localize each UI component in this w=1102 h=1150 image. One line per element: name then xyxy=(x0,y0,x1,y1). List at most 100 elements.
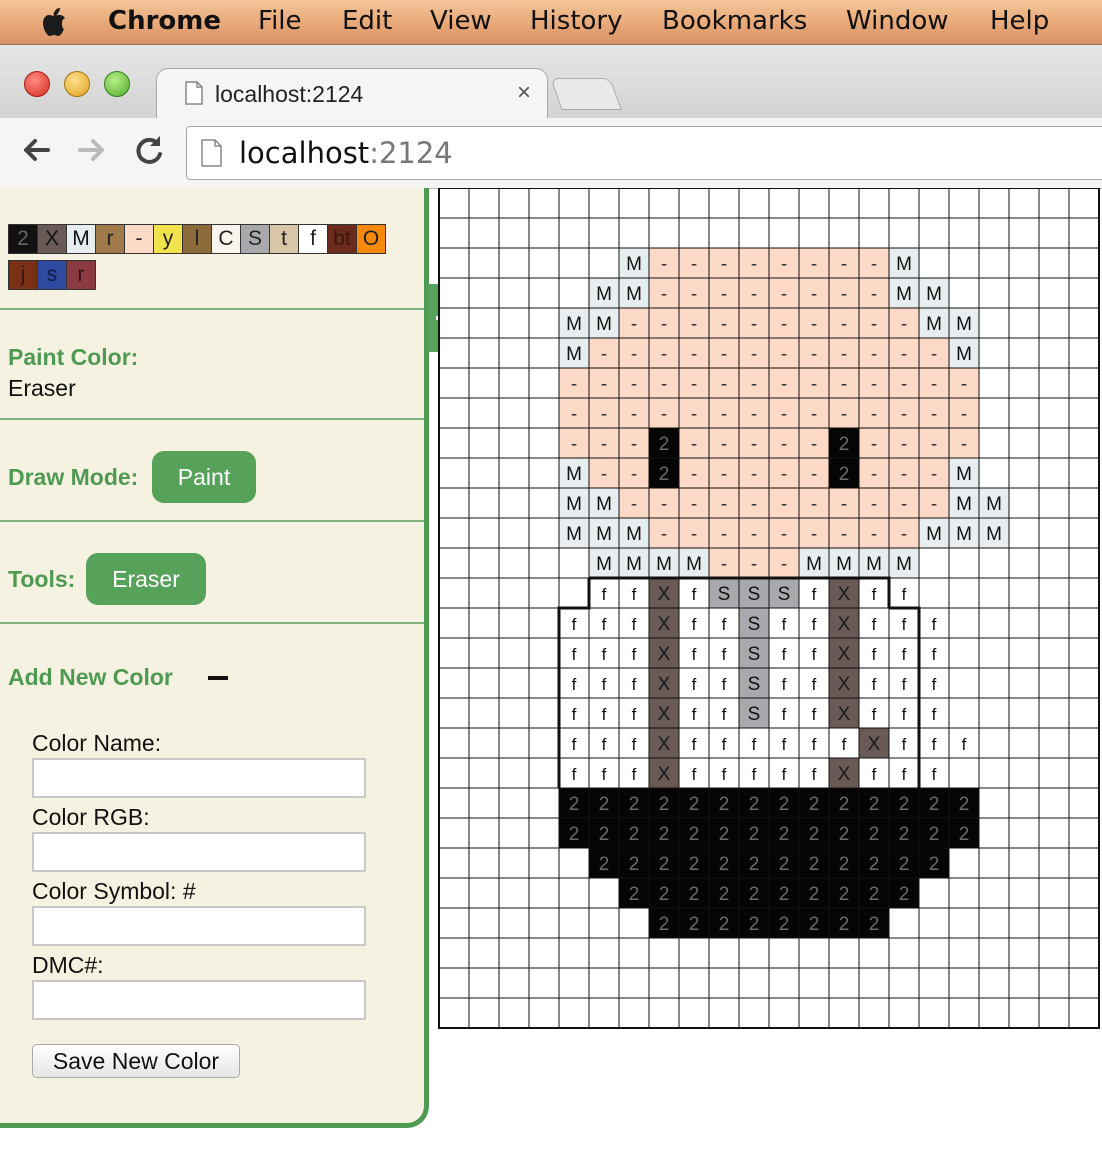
color-swatch[interactable]: f xyxy=(298,224,328,254)
grid-cell[interactable] xyxy=(468,247,500,279)
grid-cell[interactable] xyxy=(1038,877,1070,909)
color-rgb-input[interactable] xyxy=(32,832,366,872)
grid-cell[interactable] xyxy=(948,637,980,669)
grid-cell[interactable] xyxy=(828,937,860,969)
grid-cell[interactable] xyxy=(1008,337,1040,369)
grid-cell[interactable] xyxy=(1008,367,1040,399)
grid-cell[interactable] xyxy=(918,547,950,579)
grid-cell[interactable] xyxy=(1038,547,1070,579)
grid-cell[interactable] xyxy=(978,967,1010,999)
grid-cell[interactable] xyxy=(498,817,530,849)
grid-cell[interactable] xyxy=(438,967,470,999)
grid-cell[interactable] xyxy=(978,637,1010,669)
grid-cell[interactable] xyxy=(1038,607,1070,639)
grid-cell[interactable] xyxy=(1068,847,1100,879)
grid-cell[interactable] xyxy=(1038,967,1070,999)
grid-cell[interactable] xyxy=(528,607,560,639)
grid-cell[interactable] xyxy=(438,727,470,759)
grid-cell[interactable] xyxy=(858,937,890,969)
grid-cell[interactable] xyxy=(978,247,1010,279)
grid-cell[interactable] xyxy=(438,188,470,219)
grid-cell[interactable] xyxy=(918,997,950,1029)
grid-cell[interactable] xyxy=(498,217,530,249)
grid-cell[interactable] xyxy=(768,217,800,249)
grid-cell[interactable] xyxy=(558,247,590,279)
grid-cell[interactable] xyxy=(1008,247,1040,279)
grid-cell[interactable] xyxy=(498,637,530,669)
grid-cell[interactable] xyxy=(1038,697,1070,729)
color-swatch[interactable]: S xyxy=(240,224,270,254)
grid-cell[interactable] xyxy=(948,877,980,909)
grid-cell[interactable] xyxy=(528,697,560,729)
grid-cell[interactable] xyxy=(438,337,470,369)
grid-cell[interactable] xyxy=(828,188,860,219)
grid-cell[interactable] xyxy=(498,967,530,999)
grid-cell[interactable] xyxy=(1068,547,1100,579)
grid-cell[interactable] xyxy=(978,397,1010,429)
grid-cell[interactable] xyxy=(528,337,560,369)
grid-cell[interactable] xyxy=(498,757,530,789)
grid-cell[interactable] xyxy=(948,188,980,219)
grid-cell[interactable] xyxy=(468,727,500,759)
grid-cell[interactable] xyxy=(738,188,770,219)
grid-cell[interactable] xyxy=(498,487,530,519)
grid-cell[interactable] xyxy=(978,217,1010,249)
grid-cell[interactable] xyxy=(1068,517,1100,549)
zoom-window-button[interactable] xyxy=(104,71,130,97)
grid-cell[interactable] xyxy=(498,667,530,699)
grid-cell[interactable] xyxy=(1008,487,1040,519)
grid-cell[interactable] xyxy=(948,757,980,789)
grid-cell[interactable] xyxy=(678,997,710,1029)
grid-cell[interactable] xyxy=(1008,907,1040,939)
grid-cell[interactable] xyxy=(438,997,470,1029)
grid-cell[interactable] xyxy=(1008,457,1040,489)
grid-cell[interactable] xyxy=(498,727,530,759)
grid-cell[interactable] xyxy=(1008,937,1040,969)
grid-cell[interactable] xyxy=(1068,188,1100,219)
grid-cell[interactable] xyxy=(528,397,560,429)
grid-cell[interactable] xyxy=(648,967,680,999)
grid-cell[interactable] xyxy=(558,967,590,999)
grid-cell[interactable] xyxy=(1008,787,1040,819)
grid-cell[interactable] xyxy=(468,757,500,789)
grid-cell[interactable] xyxy=(528,997,560,1029)
grid-cell[interactable] xyxy=(1068,877,1100,909)
menu-help[interactable]: Help xyxy=(990,6,1049,36)
grid-cell[interactable] xyxy=(1068,217,1100,249)
grid-cell[interactable] xyxy=(978,427,1010,459)
grid-cell[interactable] xyxy=(468,517,500,549)
grid-cell[interactable] xyxy=(468,637,500,669)
grid-cell[interactable] xyxy=(498,367,530,399)
grid-cell[interactable] xyxy=(738,937,770,969)
grid-cell[interactable] xyxy=(768,188,800,219)
grid-cell[interactable] xyxy=(528,937,560,969)
grid-cell[interactable] xyxy=(558,877,590,909)
grid-cell[interactable] xyxy=(468,307,500,339)
grid-cell[interactable] xyxy=(978,367,1010,399)
grid-cell[interactable] xyxy=(498,547,530,579)
grid-cell[interactable] xyxy=(498,397,530,429)
grid-cell[interactable] xyxy=(438,247,470,279)
close-window-button[interactable] xyxy=(24,71,50,97)
collapse-form-icon[interactable] xyxy=(208,676,228,680)
new-tab-button[interactable] xyxy=(550,78,622,110)
grid-cell[interactable] xyxy=(678,217,710,249)
grid-cell[interactable] xyxy=(1068,997,1100,1029)
grid-cell[interactable] xyxy=(978,907,1010,939)
grid-cell[interactable] xyxy=(498,877,530,909)
grid-cell[interactable] xyxy=(828,217,860,249)
grid-cell[interactable] xyxy=(1008,188,1040,219)
grid-cell[interactable] xyxy=(498,697,530,729)
grid-cell[interactable] xyxy=(498,937,530,969)
grid-cell[interactable] xyxy=(498,247,530,279)
grid-cell[interactable] xyxy=(828,967,860,999)
grid-cell[interactable] xyxy=(978,277,1010,309)
grid-cell[interactable] xyxy=(588,247,620,279)
grid-cell[interactable] xyxy=(468,667,500,699)
grid-cell[interactable] xyxy=(468,877,500,909)
color-swatch[interactable]: j xyxy=(8,260,38,290)
grid-cell[interactable] xyxy=(858,997,890,1029)
grid-cell[interactable] xyxy=(918,937,950,969)
grid-cell[interactable] xyxy=(1038,307,1070,339)
grid-cell[interactable] xyxy=(978,877,1010,909)
